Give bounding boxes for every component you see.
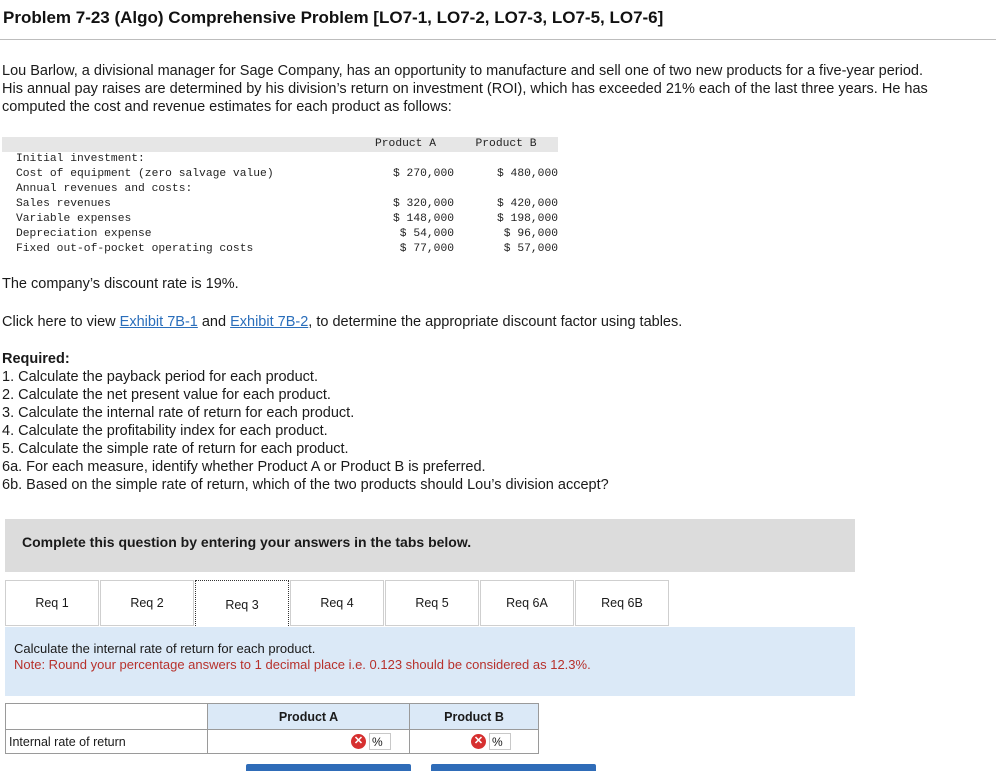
tab-panel: Calculate the internal rate of return fo… xyxy=(5,627,855,696)
tab-req-2[interactable]: Req 2 xyxy=(100,580,194,626)
table-row: Fixed out-of-pocket operating costs $ 77… xyxy=(16,243,558,255)
col-header-product-b: Product B xyxy=(454,137,558,152)
table-row: Depreciation expense $ 54,000 $ 96,000 xyxy=(16,228,558,240)
exhibit-instruction: Click here to view Exhibit 7B-1 and Exhi… xyxy=(2,314,683,330)
discount-rate-text: The company’s discount rate is 19%. xyxy=(2,276,239,292)
tab-req-1[interactable]: Req 1 xyxy=(5,580,99,626)
required-heading: Required: xyxy=(2,351,70,367)
rounding-note: Note: Round your percentage answers to 1… xyxy=(14,657,591,672)
irr-product-a-input[interactable]: % xyxy=(369,733,391,750)
tab-req-3[interactable]: Req 3 xyxy=(195,580,289,628)
required-item: 2. Calculate the net present value for e… xyxy=(2,387,331,403)
next-req-button[interactable] xyxy=(431,764,596,771)
table-row: Initial investment: xyxy=(16,153,145,165)
exhibit-7b2-link[interactable]: Exhibit 7B-2 xyxy=(230,314,308,330)
required-item: 6b. Based on the simple rate of return, … xyxy=(2,477,609,493)
irr-label: Internal rate of return xyxy=(5,729,208,754)
x-circle-icon: ✕ xyxy=(471,734,486,749)
table-row: Variable expenses $ 148,000 $ 198,000 xyxy=(16,213,558,225)
required-item: 3. Calculate the internal rate of return… xyxy=(2,405,355,421)
problem-title: Problem 7-23 (Algo) Comprehensive Proble… xyxy=(3,8,664,27)
divider xyxy=(0,39,996,40)
instructions-banner: Complete this question by entering your … xyxy=(5,519,855,572)
panel-instruction: Calculate the internal rate of return fo… xyxy=(14,641,316,656)
irr-product-b-input[interactable]: % xyxy=(489,733,511,750)
table-row: Annual revenues and costs: xyxy=(16,183,193,195)
required-item: 5. Calculate the simple rate of return f… xyxy=(2,441,349,457)
tab-req-4[interactable]: Req 4 xyxy=(290,580,384,626)
table-row: Cost of equipment (zero salvage value) $… xyxy=(16,168,558,180)
required-item: 6a. For each measure, identify whether P… xyxy=(2,459,486,475)
answer-col-product-b: Product B xyxy=(409,703,539,730)
intro-paragraph: Lou Barlow, a divisional manager for Sag… xyxy=(2,63,928,115)
exhibit-7b1-link[interactable]: Exhibit 7B-1 xyxy=(120,314,198,330)
tab-req-5[interactable]: Req 5 xyxy=(385,580,479,626)
tab-req-6b[interactable]: Req 6B xyxy=(575,580,669,626)
col-header-product-a: Product A xyxy=(357,137,454,152)
required-section: Required: 1. Calculate the payback perio… xyxy=(2,350,609,494)
table-row: Sales revenues $ 320,000 $ 420,000 xyxy=(16,198,558,210)
answer-col-product-a: Product A xyxy=(207,703,410,730)
x-circle-icon: ✕ xyxy=(351,734,366,749)
table-row: Internal rate of return ✕ % ✕ % xyxy=(5,729,539,754)
cost-revenue-table: Product A Product B Initial investment: … xyxy=(2,137,558,257)
prev-req-button[interactable] xyxy=(246,764,411,771)
required-item: 1. Calculate the payback period for each… xyxy=(2,369,318,385)
answer-table: Product A Product B Internal rate of ret… xyxy=(5,703,539,754)
tab-req-6a[interactable]: Req 6A xyxy=(480,580,574,626)
table-header-row: Product A Product B xyxy=(2,137,558,152)
required-item: 4. Calculate the profitability index for… xyxy=(2,423,328,439)
